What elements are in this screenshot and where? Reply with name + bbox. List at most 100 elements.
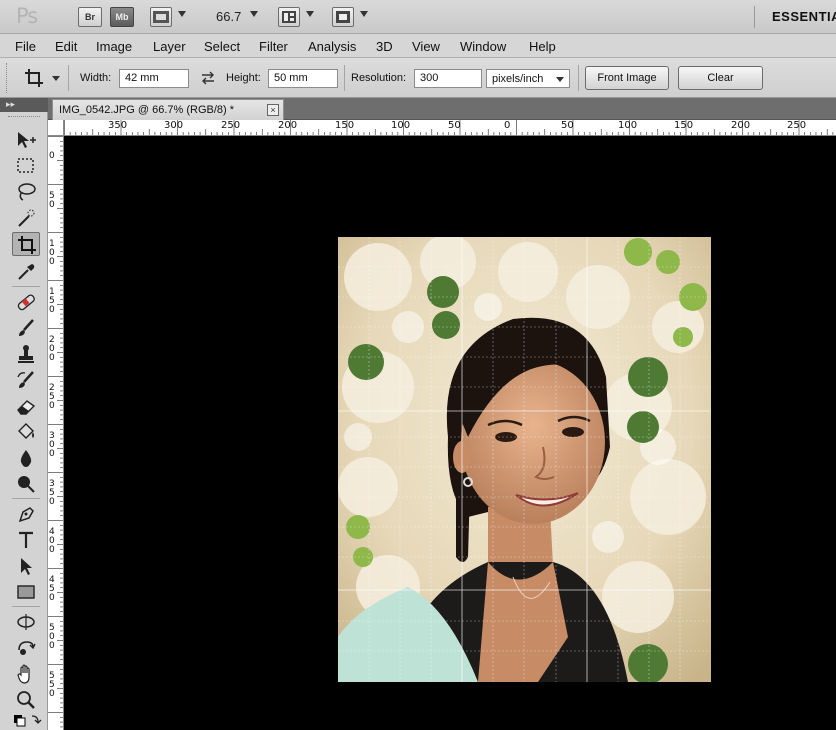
menu-filter[interactable]: Filter [259, 39, 288, 54]
menu-3d[interactable]: 3D [376, 39, 393, 54]
ruler-label: 300 [164, 120, 184, 131]
tools-panel-grip[interactable] [8, 116, 40, 119]
arrange-chevron-down-icon[interactable] [306, 11, 314, 17]
rectangle-tool[interactable] [12, 580, 40, 604]
menu-select[interactable]: Select [204, 39, 240, 54]
clear-button[interactable]: Clear [678, 66, 763, 90]
paint-bucket-tool[interactable] [12, 420, 40, 444]
ruler-label: 350 [108, 120, 128, 131]
ruler-label: 100 [618, 120, 638, 131]
crop-tool[interactable] [12, 232, 40, 256]
ruler-label: 0 [49, 151, 55, 161]
close-icon[interactable]: × [267, 104, 279, 116]
document-tab[interactable]: IMG_0542.JPG @ 66.7% (RGB/8) * × [52, 99, 284, 120]
swap-dimensions-button[interactable] [200, 71, 216, 85]
ruler-label: 3 0 0 [49, 431, 55, 459]
crop-icon [18, 236, 36, 254]
pen-tool[interactable] [12, 502, 40, 526]
application-bar: Ps Br Mb 66.7 ESSENTIA [0, 0, 836, 34]
ruler-label: 1 5 0 [49, 287, 55, 315]
document-canvas[interactable] [64, 136, 836, 730]
resolution-unit-value: pixels/inch [492, 73, 544, 85]
resolution-field[interactable]: 300 [414, 69, 482, 88]
options-bar: Width: 42 mm Height: 50 mm Resolution: 3… [0, 58, 836, 98]
ruler-origin[interactable] [48, 120, 64, 136]
ruler-label: 250 [787, 120, 807, 131]
height-field[interactable]: 50 mm [268, 69, 338, 88]
workspace-switcher[interactable]: ESSENTIA [772, 9, 836, 24]
marquee-tool[interactable] [12, 154, 40, 178]
tool-preset-picker[interactable] [24, 68, 46, 88]
marquee-icon [17, 158, 34, 173]
path-selection-tool[interactable] [12, 554, 40, 578]
screen-mode-chevron-down-icon[interactable] [360, 11, 368, 17]
ruler-label: 100 [391, 120, 411, 131]
eraser-tool[interactable] [12, 394, 40, 418]
portrait-photo [338, 237, 711, 682]
tools-divider [12, 606, 40, 607]
screen-mode-button[interactable] [332, 7, 354, 27]
menu-layer[interactable]: Layer [153, 39, 186, 54]
eyedropper-tool[interactable] [12, 260, 40, 284]
3d-orbit-icon [18, 641, 36, 655]
menu-window[interactable]: Window [460, 39, 506, 54]
options-bar-grip[interactable] [6, 63, 9, 93]
width-label: Width: [80, 72, 112, 84]
pen-icon [18, 507, 34, 523]
history-brush-icon [17, 371, 34, 388]
zoom-level[interactable]: 66.7 [216, 9, 241, 24]
type-tool[interactable] [12, 528, 40, 552]
zoom-tool[interactable] [12, 688, 40, 712]
menu-image[interactable]: Image [96, 39, 132, 54]
menu-edit[interactable]: Edit [55, 39, 77, 54]
ruler-label: 150 [335, 120, 355, 131]
clone-stamp-tool[interactable] [12, 342, 40, 366]
blur-tool[interactable] [12, 446, 40, 470]
screen-mode-icon [336, 11, 350, 23]
dodge-tool[interactable] [12, 472, 40, 496]
history-brush-tool[interactable] [12, 368, 40, 392]
quick-selection-tool[interactable] [12, 206, 40, 230]
crop-area-photo[interactable] [338, 237, 711, 682]
arrange-documents-button[interactable] [278, 7, 300, 27]
dodge-icon [18, 476, 35, 493]
arrange-grid-icon [282, 11, 296, 23]
preset-chevron-down-icon[interactable] [52, 76, 60, 81]
ruler-label: 200 [278, 120, 298, 131]
ruler-label: 0 [504, 120, 511, 131]
menu-help[interactable]: Help [529, 39, 556, 54]
view-extras-chevron-down-icon[interactable] [178, 11, 186, 17]
front-image-button[interactable]: Front Image [585, 66, 669, 90]
expand-panel-icon[interactable]: ▸▸ [6, 99, 15, 110]
menu-analysis[interactable]: Analysis [308, 39, 356, 54]
resolution-unit-select[interactable]: pixels/inch [486, 69, 570, 88]
menu-file[interactable]: File [15, 39, 36, 54]
lasso-tool[interactable] [12, 180, 40, 204]
3d-orbit-tool[interactable] [12, 636, 40, 660]
zoom-chevron-down-icon[interactable] [250, 11, 258, 17]
view-extras-button[interactable] [150, 7, 172, 27]
ruler-label: 1 0 0 [49, 239, 55, 267]
brush-tool[interactable] [12, 316, 40, 340]
vertical-ruler[interactable]: 0 5 0 1 0 0 1 5 0 2 0 0 2 5 0 3 0 0 3 5 … [48, 120, 64, 730]
move-tool[interactable] [12, 128, 40, 152]
paint-bucket-icon [18, 423, 34, 439]
menu-view[interactable]: View [412, 39, 440, 54]
launch-bridge-button[interactable]: Br [78, 7, 102, 27]
rectangle-icon [17, 585, 35, 599]
eraser-icon [17, 400, 36, 415]
3d-rotate-tool[interactable] [12, 610, 40, 634]
hand-tool[interactable] [12, 662, 40, 686]
healing-brush-tool[interactable] [12, 290, 40, 314]
width-field[interactable]: 42 mm [119, 69, 189, 88]
tools-panel-header[interactable]: ▸▸ [0, 98, 48, 112]
horizontal-ruler[interactable]: 350 300 250 200 150 100 50 0 50 100 150 … [64, 120, 836, 136]
tools-panel: ▸▸ [0, 98, 48, 730]
3d-rotate-icon [17, 614, 35, 630]
launch-mini-bridge-button[interactable]: Mb [110, 7, 134, 27]
ruler-label: 150 [674, 120, 694, 131]
document-tab-strip: IMG_0542.JPG @ 66.7% (RGB/8) * × [48, 98, 836, 120]
swap-colors-icon [14, 715, 42, 727]
default-colors-switch[interactable] [12, 712, 42, 730]
ruler-label: 5 0 [49, 191, 55, 210]
